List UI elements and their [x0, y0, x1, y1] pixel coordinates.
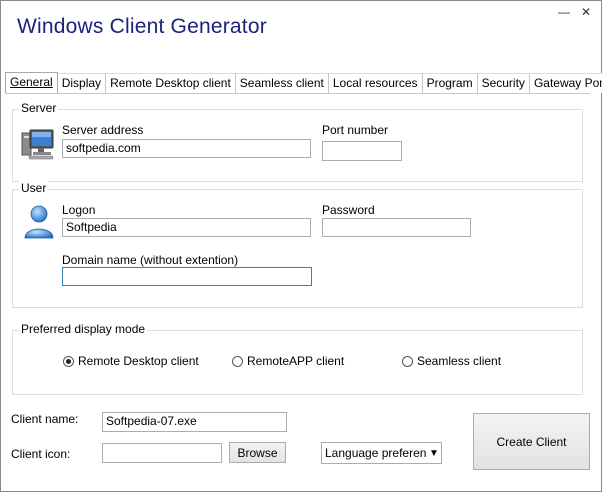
radio-label: Seamless client: [417, 354, 502, 368]
computer-icon: [21, 128, 55, 163]
radio-indicator[interactable]: [63, 355, 74, 367]
create-client-button[interactable]: Create Client: [473, 413, 590, 470]
app-window: Windows Client Generator — ✕ General Dis…: [0, 0, 602, 492]
client-name-input[interactable]: Softpedia-07.exe: [102, 412, 287, 432]
tab-general[interactable]: General: [5, 72, 58, 93]
client-name-label: Client name:: [11, 412, 79, 426]
browse-button[interactable]: Browse: [229, 442, 286, 463]
radio-indicator[interactable]: [402, 355, 413, 367]
user-group-label: User: [19, 181, 49, 195]
user-group: User Logon Softpedia Password Domain nam…: [12, 181, 583, 308]
client-icon-input[interactable]: [102, 443, 222, 463]
window-title: Windows Client Generator: [17, 15, 267, 38]
chevron-down-icon: ▼: [429, 447, 439, 459]
minimize-icon[interactable]: —: [557, 5, 571, 19]
radio-label: Remote Desktop client: [78, 354, 199, 368]
domain-name-label: Domain name (without extention): [62, 253, 239, 267]
client-icon-label: Client icon:: [11, 447, 71, 461]
port-number-input[interactable]: [322, 141, 402, 161]
logon-label: Logon: [62, 203, 96, 217]
tab-remote-desktop-client[interactable]: Remote Desktop client: [106, 73, 236, 93]
radio-seamless-client[interactable]: Seamless client: [402, 354, 501, 368]
radio-indicator[interactable]: [232, 355, 243, 367]
password-label: Password: [322, 203, 375, 217]
tab-program[interactable]: Program: [422, 73, 478, 93]
language-preference-value: Language preference: [325, 446, 427, 460]
server-address-input[interactable]: softpedia.com: [62, 139, 311, 158]
radio-label: RemoteAPP client: [247, 354, 345, 368]
tab-display[interactable]: Display: [57, 73, 107, 93]
server-group: Server Server address softpedia.com Port…: [12, 101, 583, 182]
language-preference-select[interactable]: Language preference ▼: [321, 442, 442, 464]
tab-strip: General Display Remote Desktop client Se…: [5, 71, 602, 93]
tab-seamless-client[interactable]: Seamless client: [235, 73, 329, 93]
radio-remoteapp-client[interactable]: RemoteAPP client: [232, 354, 344, 368]
port-number-label: Port number: [322, 123, 389, 137]
domain-name-input[interactable]: [62, 267, 312, 286]
window-controls: — ✕: [557, 5, 593, 19]
tab-local-resources[interactable]: Local resources: [328, 73, 423, 93]
general-tab-panel: Server Server address softpedia.com Port…: [5, 93, 590, 402]
close-icon[interactable]: ✕: [579, 5, 593, 19]
user-icon: [23, 204, 55, 243]
logon-input[interactable]: Softpedia: [62, 218, 311, 237]
display-mode-group-label: Preferred display mode: [19, 322, 148, 336]
tab-gateway-portal[interactable]: Gateway Portal: [529, 73, 602, 93]
radio-remote-desktop-client[interactable]: Remote Desktop client: [63, 354, 199, 368]
display-mode-group: Preferred display mode Remote Desktop cl…: [12, 322, 583, 395]
server-address-label: Server address: [62, 123, 144, 137]
tab-security[interactable]: Security: [477, 73, 530, 93]
server-group-label: Server: [19, 101, 59, 115]
password-input[interactable]: [322, 218, 471, 237]
